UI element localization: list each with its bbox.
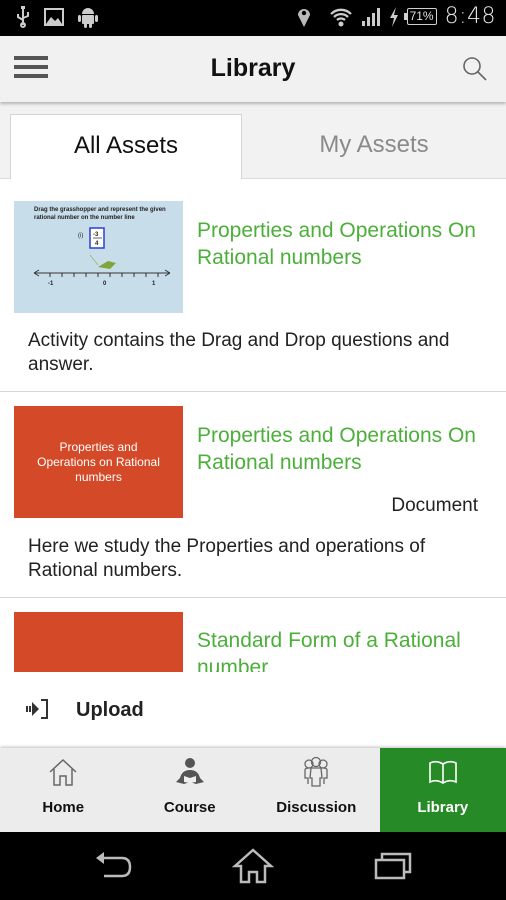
- tab-bar: All Assets My Assets: [0, 102, 506, 180]
- svg-text:1: 1: [152, 281, 156, 287]
- course-reader-icon: [175, 758, 204, 784]
- upload-icon: [26, 699, 48, 719]
- asset-thumbnail: Properties and Operations on Rational nu…: [14, 406, 183, 518]
- nav-home[interactable]: Home: [0, 748, 127, 832]
- asset-title[interactable]: Standard Form of a Rational number: [197, 627, 486, 672]
- system-navigation-bar: [0, 832, 506, 900]
- svg-text:(i): (i): [78, 233, 83, 239]
- bottom-navigation: Home Course Discussion Library: [0, 748, 506, 832]
- tab-all-assets[interactable]: All Assets: [10, 114, 242, 180]
- book-icon: [428, 760, 457, 784]
- android-icon: [78, 8, 98, 28]
- usb-icon: [17, 6, 29, 28]
- signal-icon: [361, 7, 380, 26]
- page-title: Library: [210, 54, 296, 82]
- charging-icon: [389, 6, 398, 27]
- nav-label: Library: [417, 799, 469, 816]
- nav-course[interactable]: Course: [127, 748, 254, 832]
- group-icon: [304, 756, 328, 787]
- search-icon[interactable]: [462, 56, 488, 82]
- nav-label: Discussion: [276, 799, 357, 816]
- asset-title[interactable]: Properties and Operations On Rational nu…: [197, 217, 486, 271]
- asset-thumbnail: Standard Form of a: [14, 612, 183, 672]
- upload-button[interactable]: Upload: [0, 672, 506, 748]
- home-icon: [49, 758, 77, 786]
- app-bar: Library: [0, 36, 506, 102]
- tab-my-assets[interactable]: My Assets: [242, 114, 506, 180]
- asset-list[interactable]: Drag the grasshopper and represent the g…: [0, 179, 506, 672]
- asset-title[interactable]: Properties and Operations On Rational nu…: [197, 422, 486, 476]
- upload-label: Upload: [76, 699, 144, 721]
- list-item[interactable]: Drag the grasshopper and represent the g…: [0, 179, 506, 392]
- svg-text:0: 0: [103, 281, 107, 287]
- status-bar: 71% 8:48: [0, 0, 506, 36]
- clock: 8:48: [444, 4, 496, 29]
- nav-discussion[interactable]: Discussion: [253, 748, 380, 832]
- location-icon: [297, 8, 310, 27]
- thumbnail-text: Properties and Operations on Rational nu…: [37, 439, 160, 484]
- svg-text:Drag the grasshopper and repre: Drag the grasshopper and represent the g…: [34, 207, 166, 213]
- asset-thumbnail: Drag the grasshopper and represent the g…: [14, 201, 183, 313]
- home-icon[interactable]: [231, 846, 275, 886]
- asset-description: Activity contains the Drag and Drop ques…: [28, 330, 450, 375]
- battery-level: 71%: [403, 8, 437, 25]
- nav-label: Course: [163, 799, 216, 816]
- back-icon[interactable]: [92, 846, 136, 886]
- recent-apps-icon[interactable]: [372, 846, 416, 886]
- nav-label: Home: [42, 799, 85, 816]
- asset-type: Document: [391, 495, 478, 516]
- asset-description: Here we study the Properties and operati…: [28, 536, 426, 581]
- list-item[interactable]: Standard Form of a Standard Form of a Ra…: [0, 598, 506, 672]
- svg-text:-1: -1: [48, 281, 54, 287]
- image-icon: [44, 8, 64, 26]
- svg-text:-3: -3: [93, 232, 99, 238]
- wifi-icon: [329, 8, 352, 26]
- list-item[interactable]: Properties and Operations on Rational nu…: [0, 392, 506, 598]
- nav-library[interactable]: Library: [379, 748, 506, 832]
- svg-text:rational number on the number: rational number on the number line: [34, 215, 135, 221]
